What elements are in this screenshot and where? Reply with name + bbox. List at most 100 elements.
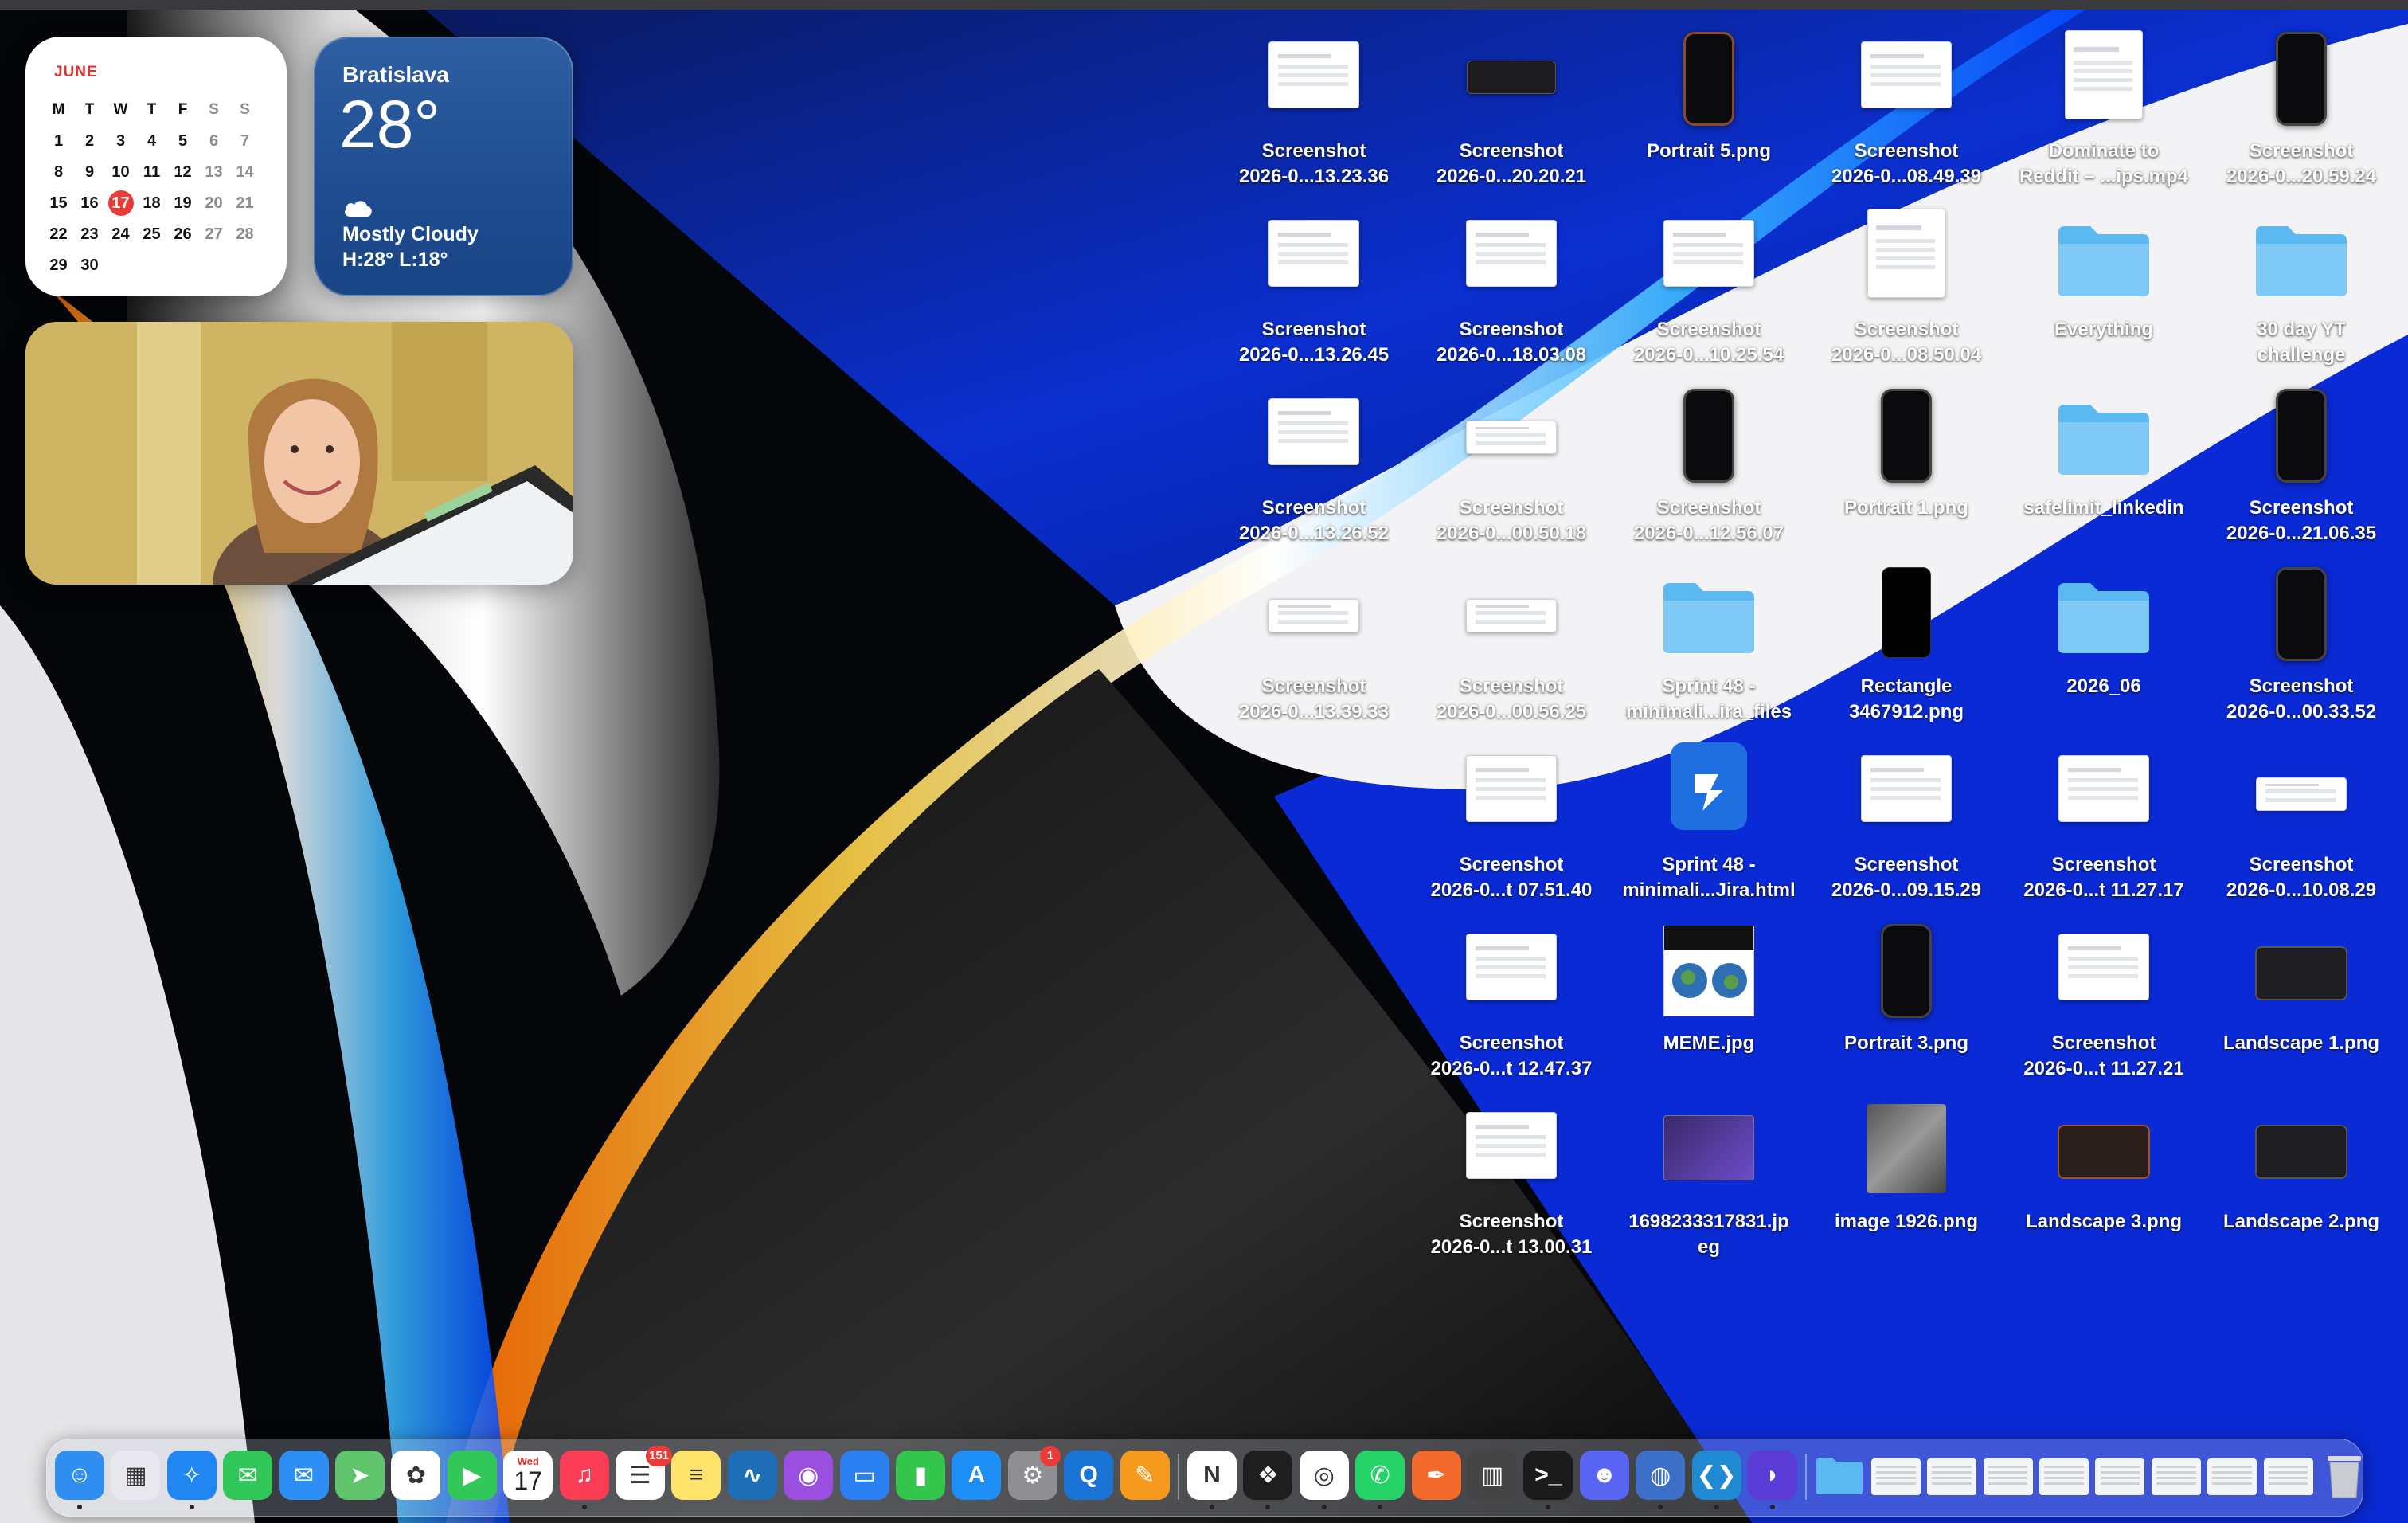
desktop-item-label-line2: 2026-0...18.03.08 xyxy=(1436,344,1587,366)
calendar-widget[interactable]: JUNE M T W T F S S 1 2 3 4 5 6 7 8 9 10 11 12 13 14 15 16 17 18 1… xyxy=(25,37,287,296)
desktop-item-label-line1: 30 day YT xyxy=(2257,319,2346,340)
desktop-item-label-line1: safelimit_linkedin xyxy=(2023,497,2184,519)
phone-screenshot-icon xyxy=(2276,567,2327,661)
weather-widget[interactable]: Bratislava 28° Mostly Cloudy H:28° L:18° xyxy=(314,37,573,296)
keynote-icon[interactable]: ▭ xyxy=(839,1451,889,1500)
recent-window-4-icon[interactable] xyxy=(2039,1458,2089,1495)
facetime-icon[interactable]: ▶ xyxy=(447,1451,497,1500)
downloads-folder-icon[interactable] xyxy=(1815,1451,1864,1500)
desktop-item-label: 2026_06 xyxy=(2008,674,2199,699)
calendar-day: 7 xyxy=(240,131,250,150)
desktop-item-label-line2: 3467912.png xyxy=(1848,701,1964,722)
weather-high-low: H:28° L:18° xyxy=(342,249,448,271)
recent-window-6-icon[interactable] xyxy=(2151,1458,2201,1495)
notes-icon[interactable]: ≡ xyxy=(671,1451,721,1500)
recent-window-2-icon[interactable] xyxy=(1927,1458,1977,1495)
running-indicator xyxy=(1714,1505,1719,1509)
jira-html-icon xyxy=(1671,742,1747,830)
desktop-item-label: Portrait 1.png xyxy=(1811,495,2002,521)
calendar-day xyxy=(136,253,167,278)
running-indicator xyxy=(1770,1505,1775,1509)
recent-window-7-icon[interactable] xyxy=(2207,1458,2258,1495)
running-indicator xyxy=(1658,1505,1663,1509)
music-icon[interactable]: ♫ xyxy=(559,1451,609,1500)
desktop-item-label-line1: 1698233317831.jp xyxy=(1628,1211,1789,1232)
notion-icon[interactable]: N xyxy=(1187,1451,1237,1500)
calendar-grid: M T W T F S S 1 2 3 4 5 6 7 8 9 10 11 12 13 14 15 16 17 18 19 20 21… xyxy=(43,94,282,280)
chrome-icon[interactable]: ◎ xyxy=(1299,1451,1349,1500)
calendar-day: 25 xyxy=(143,225,161,243)
numbers-icon[interactable]: ▮ xyxy=(896,1451,945,1500)
phone-screenshot-icon xyxy=(2276,389,2327,483)
desktop-item-label-line2: 2026-0...t 12.47.37 xyxy=(1430,1058,1593,1079)
window-thumbnail-lines xyxy=(2156,1466,2196,1488)
webcam-preview-image xyxy=(25,322,573,585)
grid-app-icon[interactable]: ▥ xyxy=(1468,1451,1517,1500)
desktop-item-label-line1: Everything xyxy=(2054,319,2154,340)
calendar-icon[interactable]: Wed 17 xyxy=(503,1451,553,1500)
window-thumbnail-lines xyxy=(2212,1466,2252,1488)
desktop-item-label-line1: Portrait 3.png xyxy=(1843,1032,1968,1054)
photos-icon[interactable]: ✿ xyxy=(391,1451,441,1500)
calendar-day: 4 xyxy=(147,131,157,150)
freeform-icon[interactable]: ∿ xyxy=(727,1451,777,1500)
desktop-item-label: Screenshot 2026-0...13.26.52 xyxy=(1218,495,1409,546)
trash-icon[interactable] xyxy=(2320,1451,2369,1500)
recent-window-8-icon[interactable] xyxy=(2263,1458,2313,1495)
settings-badge: 1 xyxy=(1039,1446,1061,1466)
terminal-icon[interactable]: >_ xyxy=(1523,1451,1573,1500)
podcasts-icon[interactable]: ◉ xyxy=(784,1451,834,1500)
finder-icon[interactable]: ☺ xyxy=(55,1451,104,1500)
desktop-item-label-line2: 2026-0...12.56.07 xyxy=(1633,523,1784,544)
calendar-day: 5 xyxy=(178,131,188,150)
recent-window-3-icon[interactable] xyxy=(1983,1458,2033,1495)
phone-screenshot-icon xyxy=(2276,32,2327,126)
messages-icon[interactable]: ✉ xyxy=(223,1451,273,1500)
figma-icon[interactable]: ❖ xyxy=(1243,1451,1293,1500)
desktop-item-label: Screenshot 2026-0...t 13.00.31 xyxy=(1416,1209,1607,1260)
pages-icon[interactable]: ✎ xyxy=(1120,1451,1170,1500)
vscode-icon[interactable]: ❮❯ xyxy=(1691,1451,1742,1500)
arc-browser-icon[interactable]: ◗ xyxy=(1748,1451,1797,1500)
dock-calendar-day: 17 xyxy=(514,1466,542,1495)
launchpad-icon[interactable]: ▦ xyxy=(111,1451,161,1500)
discord-icon[interactable]: ☻ xyxy=(1579,1451,1629,1500)
desktop-item-label-line1: Landscape 1.png xyxy=(2222,1032,2380,1054)
calendar-day: 10 xyxy=(111,162,130,181)
desktop-item-label: Screenshot 2026-0...00.50.18 xyxy=(1416,495,1607,546)
whatsapp-icon[interactable]: ✆ xyxy=(1355,1451,1405,1500)
calendar-day: 18 xyxy=(143,194,161,212)
safari-icon[interactable]: ✧ xyxy=(166,1451,217,1500)
running-indicator xyxy=(189,1505,194,1509)
desktop-item-label: 30 day YT challenge xyxy=(2206,317,2397,368)
desktop-item-label: Screenshot 2026-0...13.26.45 xyxy=(1218,317,1409,368)
desktop-item-label-line2: 2026-0...09.15.29 xyxy=(1831,879,1982,901)
desktop-item-label-line1: Screenshot xyxy=(2051,854,2156,875)
app-store-icon[interactable]: A xyxy=(952,1451,1002,1500)
recent-window-5-icon[interactable] xyxy=(2095,1458,2145,1495)
screen-tool-icon[interactable]: ◍ xyxy=(1636,1451,1686,1500)
desktop-item-label-line1: Screenshot xyxy=(2249,675,2354,697)
desktop-item-label-line1: Screenshot xyxy=(1459,675,1564,697)
calendar-day xyxy=(167,253,198,278)
pen-tool-icon[interactable]: ✒ xyxy=(1411,1451,1461,1500)
dock: ☺ ▦ ✧ ✉ ✉ ➤ ✿ ▶ Wed 17 ♫ ☰ 151 ≡ ∿ ◉ ▭ ▮ A ⚙ 1 Q ✎ N ❖ ◎ ✆ ✒ ▥ >_ ☻ ◍ ❮❯… xyxy=(46,1439,2363,1517)
maps-icon[interactable]: ➤ xyxy=(335,1451,385,1500)
meme-image-icon xyxy=(1663,926,1754,1016)
desktop-item-label: Screenshot 2026-0...20.59.24 xyxy=(2206,139,2397,190)
calendar-day: 27 xyxy=(205,225,223,243)
quicktime-icon[interactable]: Q xyxy=(1064,1451,1114,1500)
desktop-item-label: Landscape 2.png xyxy=(2206,1209,2397,1235)
photo-image-icon xyxy=(1867,1104,1946,1193)
calendar-day: 26 xyxy=(174,225,192,243)
mail-icon[interactable]: ✉ xyxy=(279,1451,329,1500)
calendar-day: 14 xyxy=(236,162,254,181)
calendar-week-row: 1 2 3 4 5 6 7 xyxy=(43,125,282,156)
calendar-day: 13 xyxy=(205,162,223,181)
recent-window-1-icon[interactable] xyxy=(1870,1458,1921,1495)
folder-icon xyxy=(2055,221,2152,298)
dock-separator xyxy=(1805,1454,1808,1500)
desktop-item-label-line2: 2026-0...t 11.27.17 xyxy=(2023,879,2184,901)
webcam-preview-widget[interactable] xyxy=(25,322,573,585)
window-thumbnail-lines xyxy=(2100,1466,2140,1488)
